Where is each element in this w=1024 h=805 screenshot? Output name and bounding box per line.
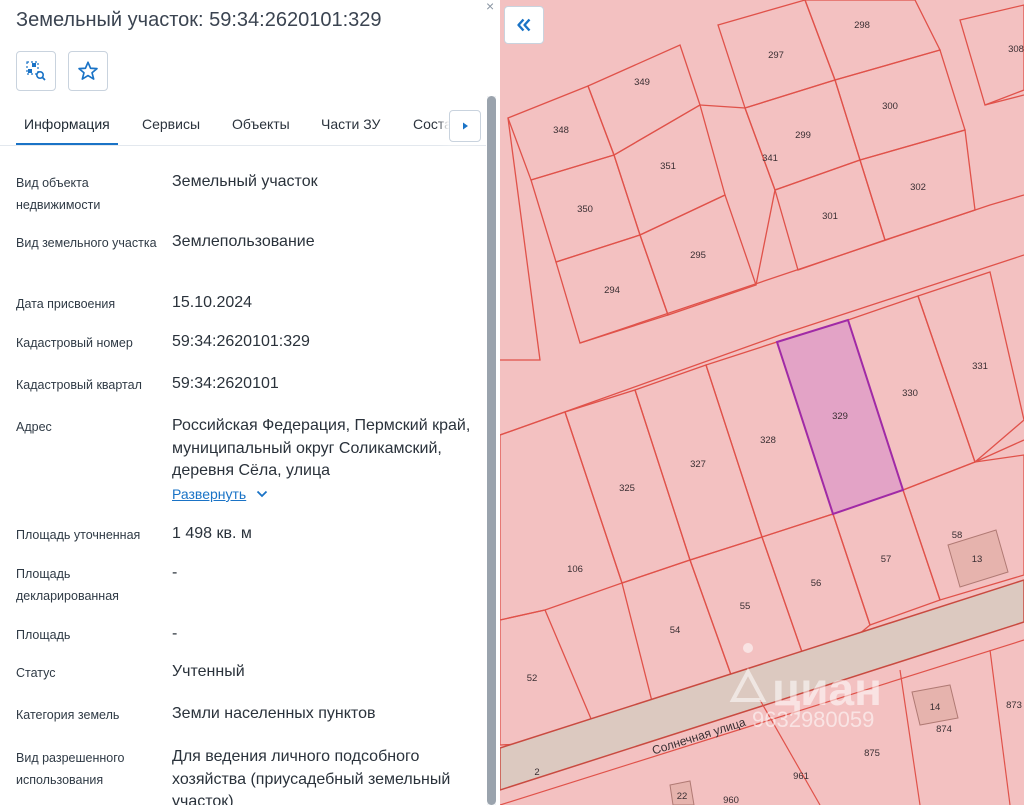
parcel-308[interactable] [959,4,1024,106]
parcel-106[interactable] [500,411,623,621]
value-cadastral-quarter: 59:34:2620101 [172,375,279,392]
close-icon[interactable]: × [486,0,494,14]
parcel-label-299: 299 [795,130,811,141]
chevron-down-icon [257,490,268,498]
parcel-349[interactable] [587,44,701,156]
parcel-label-874: 874 [936,724,952,735]
address-expand-link[interactable]: Развернуть [172,486,268,502]
info-panel: Земельный участок: 59:34:2620101:329 × И… [0,0,500,805]
value-permitted-use: Для ведения личного подсобного хозяйства… [172,748,451,805]
label-area: Площадь [16,628,71,642]
value-assignment-date: 15.10.2024 [172,294,253,311]
parcel-label-300: 300 [882,101,898,112]
collapse-panel-button[interactable] [504,6,544,44]
active-tab-indicator [16,143,118,145]
value-status: Учтенный [172,663,245,680]
parcel-label-302: 302 [910,182,926,193]
parcel-300[interactable] [834,49,966,161]
expand-label: Развернуть [172,486,247,502]
page-title: Земельный участок: 59:34:2620101:329 [16,9,382,31]
label-cadastral-quarter: Кадастровый квартал [16,378,142,392]
map-canvas[interactable]: 298 308 297 349 348 300 351 299 341 302 … [500,0,1024,805]
favorite-button[interactable] [68,51,108,91]
parcel-label-2: 2 [534,767,539,778]
tab-services[interactable]: Сервисы [142,116,200,132]
parcel-label-294: 294 [604,285,620,296]
label-area-specified: Площадь уточненная [16,528,141,542]
parcel-label-55: 55 [740,601,751,612]
label-parcel-type: Вид земельного участка [16,236,157,250]
caret-right-icon [463,122,468,130]
parcel-label-961: 961 [793,771,809,782]
street-road [500,579,1024,791]
label-assignment-date: Дата присвоения [16,297,116,311]
locate-parcel-button[interactable] [16,51,56,91]
cadastral-map[interactable]: 298 308 297 349 348 300 351 299 341 302 … [500,0,1024,805]
value-area-declared: - [172,564,178,581]
parcel-label-341: 341 [762,153,778,164]
value-address: Российская Федерация, Пермский край, мун… [172,417,471,479]
parcel-label-328: 328 [760,435,776,446]
label-permitted-use: Вид разрешенного использования [16,751,125,787]
parcel-label-52: 52 [527,673,538,684]
parcel-label-57: 57 [881,554,892,565]
parcel-label-298: 298 [854,20,870,31]
parcel-label-330: 330 [902,388,918,399]
double-chevron-left-icon [517,18,531,32]
parcel-label-308: 308 [1008,44,1024,55]
tab-information[interactable]: Информация [24,116,110,132]
locate-parcel-icon [26,61,46,81]
parcel-label-329: 329 [832,411,848,422]
label-status: Статус [16,666,56,680]
parcel-label-348: 348 [553,125,569,136]
value-parcel-type: Землепользование [172,233,315,250]
parcel-label-350: 350 [577,204,593,215]
value-area: - [172,625,178,642]
parcel-label-54: 54 [670,625,681,636]
parcel-label-58: 58 [952,530,963,541]
parcel-label-301: 301 [822,211,838,222]
parcel-label-873: 873 [1006,700,1022,711]
label-address: Адрес [16,420,52,434]
parcel-label-875: 875 [864,748,880,759]
value-land-category: Земли населенных пунктов [172,705,376,722]
parcel-label-295: 295 [690,250,706,261]
parcel-298[interactable] [804,0,941,81]
value-area-specified: 1 498 кв. м [172,525,252,542]
value-cadastral-number: 59:34:2620101:329 [172,333,310,350]
label-area-declared: Площадь декларированная [16,567,119,603]
label-object-type: Вид объекта недвижимости [16,176,101,212]
parcel-label-56: 56 [811,578,822,589]
tabs-scroll-right-button[interactable] [449,110,481,142]
parcel-label-297: 297 [768,50,784,61]
value-object-type: Земельный участок [172,173,318,190]
parcel-label-325: 325 [619,483,635,494]
star-icon [78,61,98,80]
parcel-label-106: 106 [567,564,583,575]
parcel-331[interactable] [917,271,1024,464]
tab-parts[interactable]: Части ЗУ [321,116,380,132]
building-label-14: 14 [930,702,941,713]
tab-objects[interactable]: Объекты [232,116,290,132]
label-land-category: Категория земель [16,708,120,722]
parcel-label-331: 331 [972,361,988,372]
label-cadastral-number: Кадастровый номер [16,336,133,350]
building-label-13: 13 [972,554,983,565]
watermark-id: 9632980059 [752,707,874,732]
scrollbar-thumb[interactable] [487,96,496,805]
parcel-label-960: 960 [723,795,739,805]
parcel-label-327: 327 [690,459,706,470]
parcel-label-351: 351 [660,161,676,172]
building-label-22: 22 [677,791,688,802]
parcel-label-349: 349 [634,77,650,88]
tab-bar: Информация Сервисы Объекты Части ЗУ Сост… [0,102,486,146]
